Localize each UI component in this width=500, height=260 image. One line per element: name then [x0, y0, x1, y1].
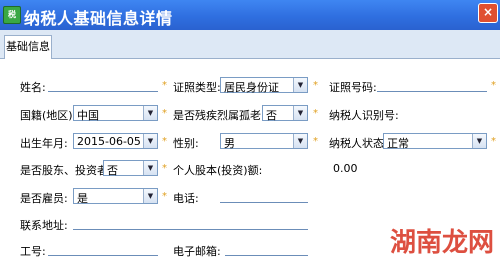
email-label: 电子邮箱: [173, 245, 221, 258]
address-label: 联系地址: [20, 219, 68, 232]
employee-value: 是 [77, 192, 88, 205]
window-title: 纳税人基础信息详情 [24, 9, 173, 28]
nationality-select[interactable]: 中国 ▼ [73, 105, 158, 122]
chevron-down-icon[interactable]: ▼ [472, 134, 486, 148]
taxpayer-status-value: 正常 [387, 137, 409, 150]
name-label: 姓名: [20, 81, 46, 94]
id-number-input[interactable] [377, 79, 487, 92]
required-star: * [162, 108, 167, 119]
chevron-down-icon[interactable]: ▼ [143, 189, 157, 203]
phone-input[interactable] [220, 190, 308, 203]
nationality-value: 中国 [77, 109, 99, 122]
address-input[interactable] [73, 217, 308, 230]
chevron-down-icon[interactable]: ▼ [293, 106, 307, 120]
shareholder-label: 是否股东、投资者: [20, 164, 112, 177]
disabled-select[interactable]: 否 ▼ [262, 105, 308, 122]
disabled-value: 否 [266, 109, 277, 122]
title-bar: 税 纳税人基础信息详情 × [0, 0, 500, 30]
nationality-label: 国籍(地区): [20, 109, 77, 122]
required-star: * [491, 80, 496, 91]
gender-select[interactable]: 男 ▼ [220, 133, 308, 150]
id-type-label: 证照类型: [173, 81, 221, 94]
chevron-down-icon[interactable]: ▼ [143, 106, 157, 120]
birth-date-picker[interactable]: 2015-06-05 ▼ [73, 133, 158, 149]
chevron-down-icon[interactable]: ▼ [293, 134, 307, 148]
employee-label: 是否雇员: [20, 192, 68, 205]
birth-date-value: 2015-06-05 [77, 135, 141, 148]
required-star: * [162, 163, 167, 174]
personal-equity-value: 0.00 [333, 162, 358, 175]
name-input[interactable] [48, 79, 158, 92]
shareholder-value: 否 [107, 164, 118, 177]
app-icon: 税 [3, 6, 21, 24]
chevron-down-icon[interactable]: ▼ [293, 78, 307, 92]
tab-bar: 基础信息 [0, 30, 500, 59]
required-star: * [313, 80, 318, 91]
chevron-down-icon[interactable]: ▼ [143, 134, 157, 148]
shareholder-select[interactable]: 否 ▼ [103, 160, 158, 177]
taxpayer-status-label: 纳税人状态: [329, 137, 388, 150]
required-star: * [162, 191, 167, 202]
required-star: * [313, 108, 318, 119]
required-star: * [491, 136, 496, 147]
required-star: * [313, 136, 318, 147]
id-type-value: 居民身份证 [224, 81, 279, 94]
close-button[interactable]: × [478, 3, 498, 23]
required-star: * [162, 136, 167, 147]
staff-no-input[interactable] [48, 243, 158, 256]
gender-value: 男 [224, 137, 235, 150]
personal-equity-label: 个人股本(投资)额: [173, 164, 263, 177]
watermark-logo: 湖南龙网 [389, 228, 494, 258]
tab-basic-info[interactable]: 基础信息 [4, 35, 52, 59]
required-star: * [162, 80, 167, 91]
id-type-select[interactable]: 居民身份证 ▼ [220, 77, 308, 94]
disabled-label: 是否残疾烈属孤老: [173, 109, 265, 122]
email-input[interactable] [225, 243, 308, 256]
birth-date-label: 出生年月: [20, 137, 68, 150]
id-number-label: 证照号码: [329, 81, 377, 94]
employee-select[interactable]: 是 ▼ [73, 188, 158, 205]
staff-no-label: 工号: [20, 245, 46, 258]
phone-label: 电话: [173, 192, 199, 205]
taxpayer-status-select[interactable]: 正常 ▼ [383, 133, 487, 150]
gender-label: 性别: [173, 137, 199, 150]
taxpayer-id-label: 纳税人识别号: [329, 109, 399, 122]
chevron-down-icon[interactable]: ▼ [143, 161, 157, 175]
